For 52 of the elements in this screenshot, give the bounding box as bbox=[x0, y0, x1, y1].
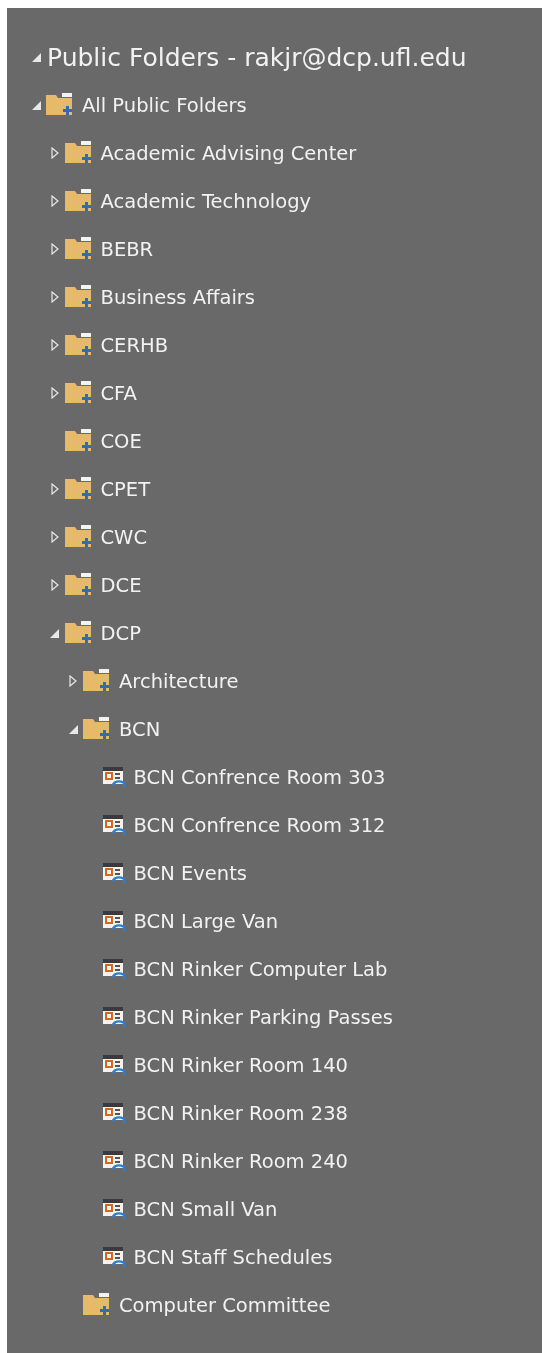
calendar-icon bbox=[100, 1004, 129, 1030]
folder-name[interactable]: BCN Confrence Room 303 bbox=[133, 765, 386, 789]
calendar-icon bbox=[100, 764, 129, 790]
folder-name[interactable]: DCE bbox=[100, 573, 142, 597]
folder-name[interactable]: Computer Committee bbox=[119, 1293, 331, 1317]
expand-arrow-icon[interactable] bbox=[50, 531, 59, 543]
expand-arrow-icon[interactable] bbox=[50, 291, 59, 303]
folder-name[interactable]: BCN bbox=[119, 717, 161, 741]
folder-name[interactable]: Academic Technology bbox=[100, 189, 312, 213]
pane-title[interactable]: Public Folders - rakjr@dcp.ufl.edu bbox=[47, 42, 467, 72]
calendar-icon bbox=[100, 1052, 129, 1078]
expand-arrow-icon[interactable] bbox=[69, 675, 77, 687]
calendar-icon bbox=[100, 860, 129, 886]
folder-name[interactable]: COE bbox=[100, 429, 142, 453]
folder-name[interactable]: BCN Rinker Computer Lab bbox=[133, 957, 388, 981]
folder-name[interactable]: Academic Advising Center bbox=[100, 141, 357, 165]
expand-arrow-icon[interactable] bbox=[50, 579, 59, 591]
calendar-icon bbox=[100, 1148, 129, 1174]
calendar-icon bbox=[100, 956, 129, 982]
calendar-icon bbox=[100, 1196, 129, 1222]
folder-name[interactable]: BCN Rinker Room 238 bbox=[133, 1101, 349, 1125]
expand-arrow-icon[interactable] bbox=[50, 147, 59, 159]
expand-arrow-icon[interactable] bbox=[50, 483, 59, 495]
collapse-arrow-icon[interactable] bbox=[50, 628, 59, 638]
calendar-icon bbox=[100, 1244, 129, 1270]
folder-name[interactable]: BCN Confrence Room 312 bbox=[133, 813, 386, 837]
expand-arrow-icon[interactable] bbox=[50, 387, 59, 399]
folder-name[interactable]: BCN Rinker Room 240 bbox=[133, 1149, 349, 1173]
folder-name[interactable]: BCN Events bbox=[133, 861, 247, 885]
calendar-icon bbox=[100, 812, 129, 838]
folder-name[interactable]: Business Affairs bbox=[100, 285, 255, 309]
folder-name[interactable]: CPET bbox=[100, 477, 151, 501]
collapse-arrow-icon[interactable] bbox=[31, 52, 41, 62]
folder-name[interactable]: CERHB bbox=[100, 333, 169, 357]
folder-name[interactable]: BEBR bbox=[100, 237, 154, 261]
expand-arrow-icon[interactable] bbox=[50, 243, 59, 255]
folder-name[interactable]: BCN Small Van bbox=[133, 1197, 278, 1221]
folder-name[interactable]: BCN Staff Schedules bbox=[133, 1245, 333, 1269]
folder-name[interactable]: CFA bbox=[100, 381, 137, 405]
folder-name[interactable]: BCN Rinker Room 140 bbox=[133, 1053, 349, 1077]
folder-name[interactable]: BCN Rinker Parking Passes bbox=[133, 1005, 393, 1029]
folder-name[interactable]: BCN Large Van bbox=[133, 909, 279, 933]
expand-arrow-icon[interactable] bbox=[50, 339, 59, 351]
calendar-icon bbox=[100, 908, 129, 934]
folder-name[interactable]: Architecture bbox=[119, 669, 239, 693]
folder-name[interactable]: All Public Folders bbox=[82, 93, 247, 117]
expand-arrow-icon[interactable] bbox=[50, 195, 59, 207]
folder-name[interactable]: CWC bbox=[100, 525, 147, 549]
collapse-arrow-icon[interactable] bbox=[31, 100, 41, 110]
calendar-icon bbox=[100, 1100, 129, 1126]
folder-name[interactable]: DCP bbox=[100, 621, 141, 645]
collapse-arrow-icon[interactable] bbox=[68, 724, 78, 734]
